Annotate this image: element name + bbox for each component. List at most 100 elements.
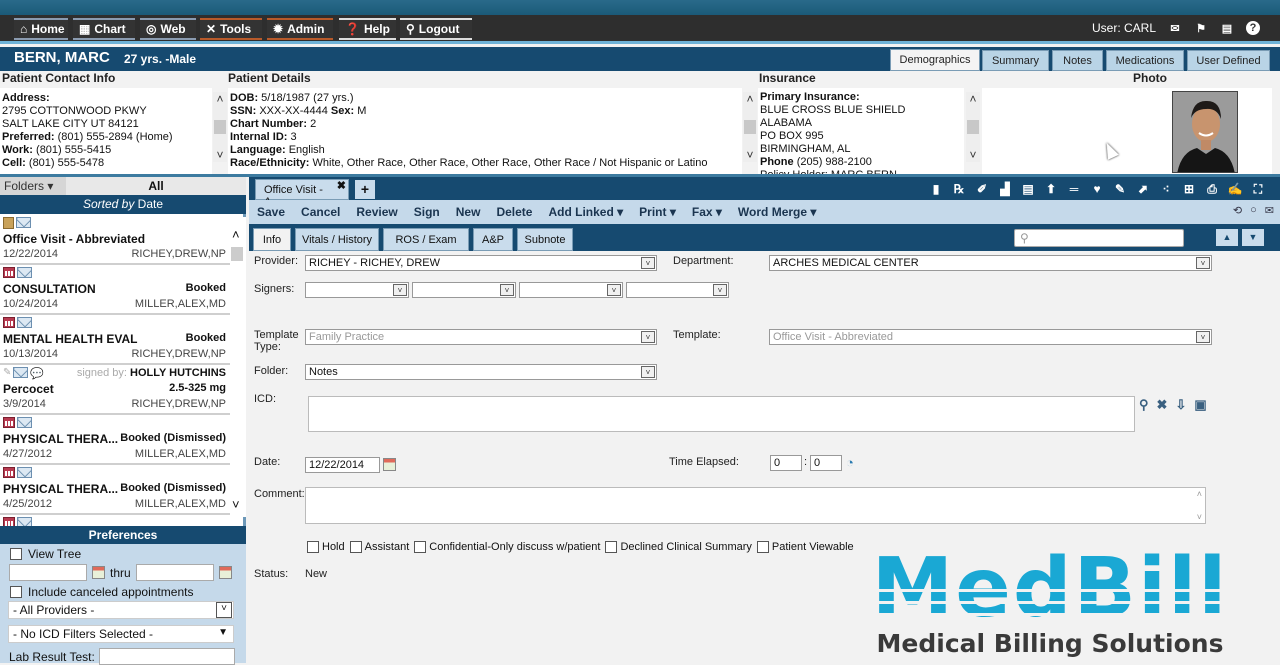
review-button[interactable]: Review <box>348 205 405 219</box>
fax-button[interactable]: Fax ▾ <box>684 205 730 219</box>
bar-chart-icon[interactable]: ▟ <box>997 181 1013 197</box>
template-select[interactable]: Office Visit - Abbreviated ˅ <box>769 329 1212 345</box>
list-item[interactable]: MENTAL HEALTH EVAL Booked 10/13/2014 RIC… <box>0 315 230 365</box>
scroll-up-icon[interactable]: ˄ <box>1197 489 1202 499</box>
list-item[interactable]: CONSULTATION Booked 10/24/2014 MILLER,AL… <box>0 265 230 315</box>
template-type-select[interactable]: Family Practice ˅ <box>305 329 657 345</box>
insurance-scrollbar[interactable]: ˄ ˅ <box>966 92 980 162</box>
document-icon[interactable]: ▤ <box>1020 181 1036 197</box>
list-scrollbar[interactable]: ˄ ˅ <box>230 217 246 517</box>
import-icon[interactable]: ⇩ <box>1175 397 1186 413</box>
clipboard-icon[interactable]: ▮ <box>928 181 944 197</box>
next-button[interactable]: ▼ <box>1242 229 1264 246</box>
scroll-up-icon[interactable]: ˄ <box>969 92 976 106</box>
print-button[interactable]: Print ▾ <box>631 205 684 219</box>
syringe-icon[interactable]: ✎ <box>1112 181 1128 197</box>
details-scrollbar[interactable]: ˄ ˅ <box>743 92 757 162</box>
confidential-checkbox[interactable] <box>414 541 427 553</box>
history-icon[interactable]: ⟲ <box>1233 204 1242 217</box>
nav-help-button[interactable]: ❓ Help <box>339 18 396 40</box>
subtab-info[interactable]: Info <box>253 228 291 251</box>
all-filter[interactable]: All <box>66 177 246 195</box>
edit-icon[interactable]: ⬈ <box>1135 181 1151 197</box>
patient-viewable-checkbox[interactable] <box>756 541 769 553</box>
save-button[interactable]: Save <box>249 205 293 219</box>
providers-select[interactable]: - All Providers - ˅ <box>8 601 234 619</box>
date-to-input[interactable] <box>135 564 214 581</box>
time-minutes-input[interactable]: 0 <box>810 455 842 471</box>
signer-2-select[interactable]: ˅ <box>412 282 516 298</box>
printer-icon[interactable]: ⎙ <box>1204 181 1220 197</box>
folders-dropdown[interactable]: Folders ▾ <box>0 177 66 195</box>
nav-chart-button[interactable]: ▦ Chart <box>73 18 135 40</box>
clock-icon[interactable]: ◔ <box>846 455 854 470</box>
icd-input[interactable] <box>308 396 1135 432</box>
previous-button[interactable]: ▲ <box>1216 229 1238 246</box>
subtab-subnote[interactable]: Subnote <box>517 228 573 251</box>
scroll-down-icon[interactable]: ˅ <box>746 148 753 162</box>
sign-icon[interactable]: ✍ <box>1227 181 1243 197</box>
tab-office-visit[interactable]: Office Visit - A...✖ <box>255 179 349 208</box>
scroll-thumb[interactable] <box>231 247 243 261</box>
mail-icon[interactable]: ✉ <box>1168 21 1182 35</box>
scroll-up-icon[interactable]: ˄ <box>746 92 753 106</box>
scroll-up-icon[interactable]: ˄ <box>216 92 223 106</box>
help-circle-icon[interactable]: ? <box>1246 21 1260 35</box>
search-input[interactable]: ⚲ <box>1014 229 1184 247</box>
new-button[interactable]: New <box>448 205 489 219</box>
nav-tools-button[interactable]: ✕ Tools <box>200 18 262 40</box>
folder-select[interactable]: Notes ˅ <box>305 364 657 380</box>
date-from-input[interactable] <box>9 564 87 581</box>
tab-summary[interactable]: Summary <box>982 50 1049 71</box>
subtab-ros-exam[interactable]: ROS / Exam <box>383 228 469 251</box>
cancel-button[interactable]: Cancel <box>293 205 348 219</box>
pen-icon[interactable]: ✐ <box>974 181 990 197</box>
tab-user-defined[interactable]: User Defined <box>1187 50 1270 71</box>
calendar-icon[interactable] <box>92 566 105 579</box>
rx-icon[interactable]: ℞ <box>951 181 967 197</box>
fax-icon[interactable]: ▤ <box>1220 21 1234 35</box>
tab-demographics[interactable]: Demographics <box>890 49 980 71</box>
nav-home-button[interactable]: ⌂ Home <box>14 18 68 40</box>
include-canceled-checkbox[interactable] <box>10 586 22 598</box>
delete-button[interactable]: Delete <box>488 205 540 219</box>
date-input[interactable]: 12/22/2014 <box>305 457 380 473</box>
medkit-icon[interactable]: ⊞ <box>1181 181 1197 197</box>
view-tree-checkbox[interactable] <box>10 548 22 560</box>
list-item[interactable]: Office Visit - Abbreviated 12/22/2014 RI… <box>0 215 230 265</box>
hold-checkbox[interactable] <box>307 541 319 553</box>
heart-icon[interactable]: ♥ <box>1089 181 1105 197</box>
list-item[interactable]: PHYSICAL THERA... Booked (Dismissed) 4/2… <box>0 415 230 465</box>
tab-medications[interactable]: Medications <box>1106 50 1184 71</box>
upload-icon[interactable]: ⬆ <box>1043 181 1059 197</box>
list-item-partial[interactable] <box>0 515 230 528</box>
scatter-icon[interactable]: ⁖ <box>1158 181 1174 197</box>
clear-icon[interactable]: ✖ <box>1157 397 1168 413</box>
sort-bar[interactable]: Sorted by Date <box>0 195 246 214</box>
comment-icon[interactable]: ○ <box>1250 204 1257 217</box>
word-merge-button[interactable]: Word Merge ▾ <box>730 205 824 219</box>
assistant-checkbox[interactable] <box>349 541 362 553</box>
envelope-icon[interactable]: ✉ <box>1265 204 1274 217</box>
scroll-down-icon[interactable]: ˅ <box>232 497 240 512</box>
signer-4-select[interactable]: ˅ <box>626 282 729 298</box>
search-icon[interactable]: ⚲ <box>1139 397 1149 413</box>
calendar-icon[interactable] <box>383 458 396 471</box>
nav-admin-button[interactable]: ✹ Admin <box>267 18 333 40</box>
icd-filter-select[interactable]: - No ICD Filters Selected - ▼ <box>8 625 234 643</box>
subtab-vitals-history[interactable]: Vitals / History <box>295 228 379 251</box>
save-icon[interactable]: ▣ <box>1194 397 1206 413</box>
sign-button[interactable]: Sign <box>406 205 448 219</box>
scroll-down-icon[interactable]: ˅ <box>969 148 976 162</box>
signer-1-select[interactable]: ˅ <box>305 282 409 298</box>
add-linked-button[interactable]: Add Linked ▾ <box>540 205 631 219</box>
user-settings-icon[interactable]: ⚑ <box>1194 21 1208 35</box>
list-item[interactable]: ✎ 💬 signed by: HOLLY HUTCHINS Percocet 2.… <box>0 365 230 415</box>
scroll-up-icon[interactable]: ˄ <box>232 227 240 242</box>
calendar-icon[interactable] <box>218 566 232 579</box>
provider-select[interactable]: RICHEY - RICHEY, DREW ˅ <box>305 255 657 271</box>
nav-web-button[interactable]: ◎ Web <box>140 18 196 40</box>
add-tab-button[interactable]: + <box>355 180 375 199</box>
close-icon[interactable]: ✖ <box>337 179 346 192</box>
contact-scrollbar[interactable]: ˄ ˅ <box>213 92 227 162</box>
